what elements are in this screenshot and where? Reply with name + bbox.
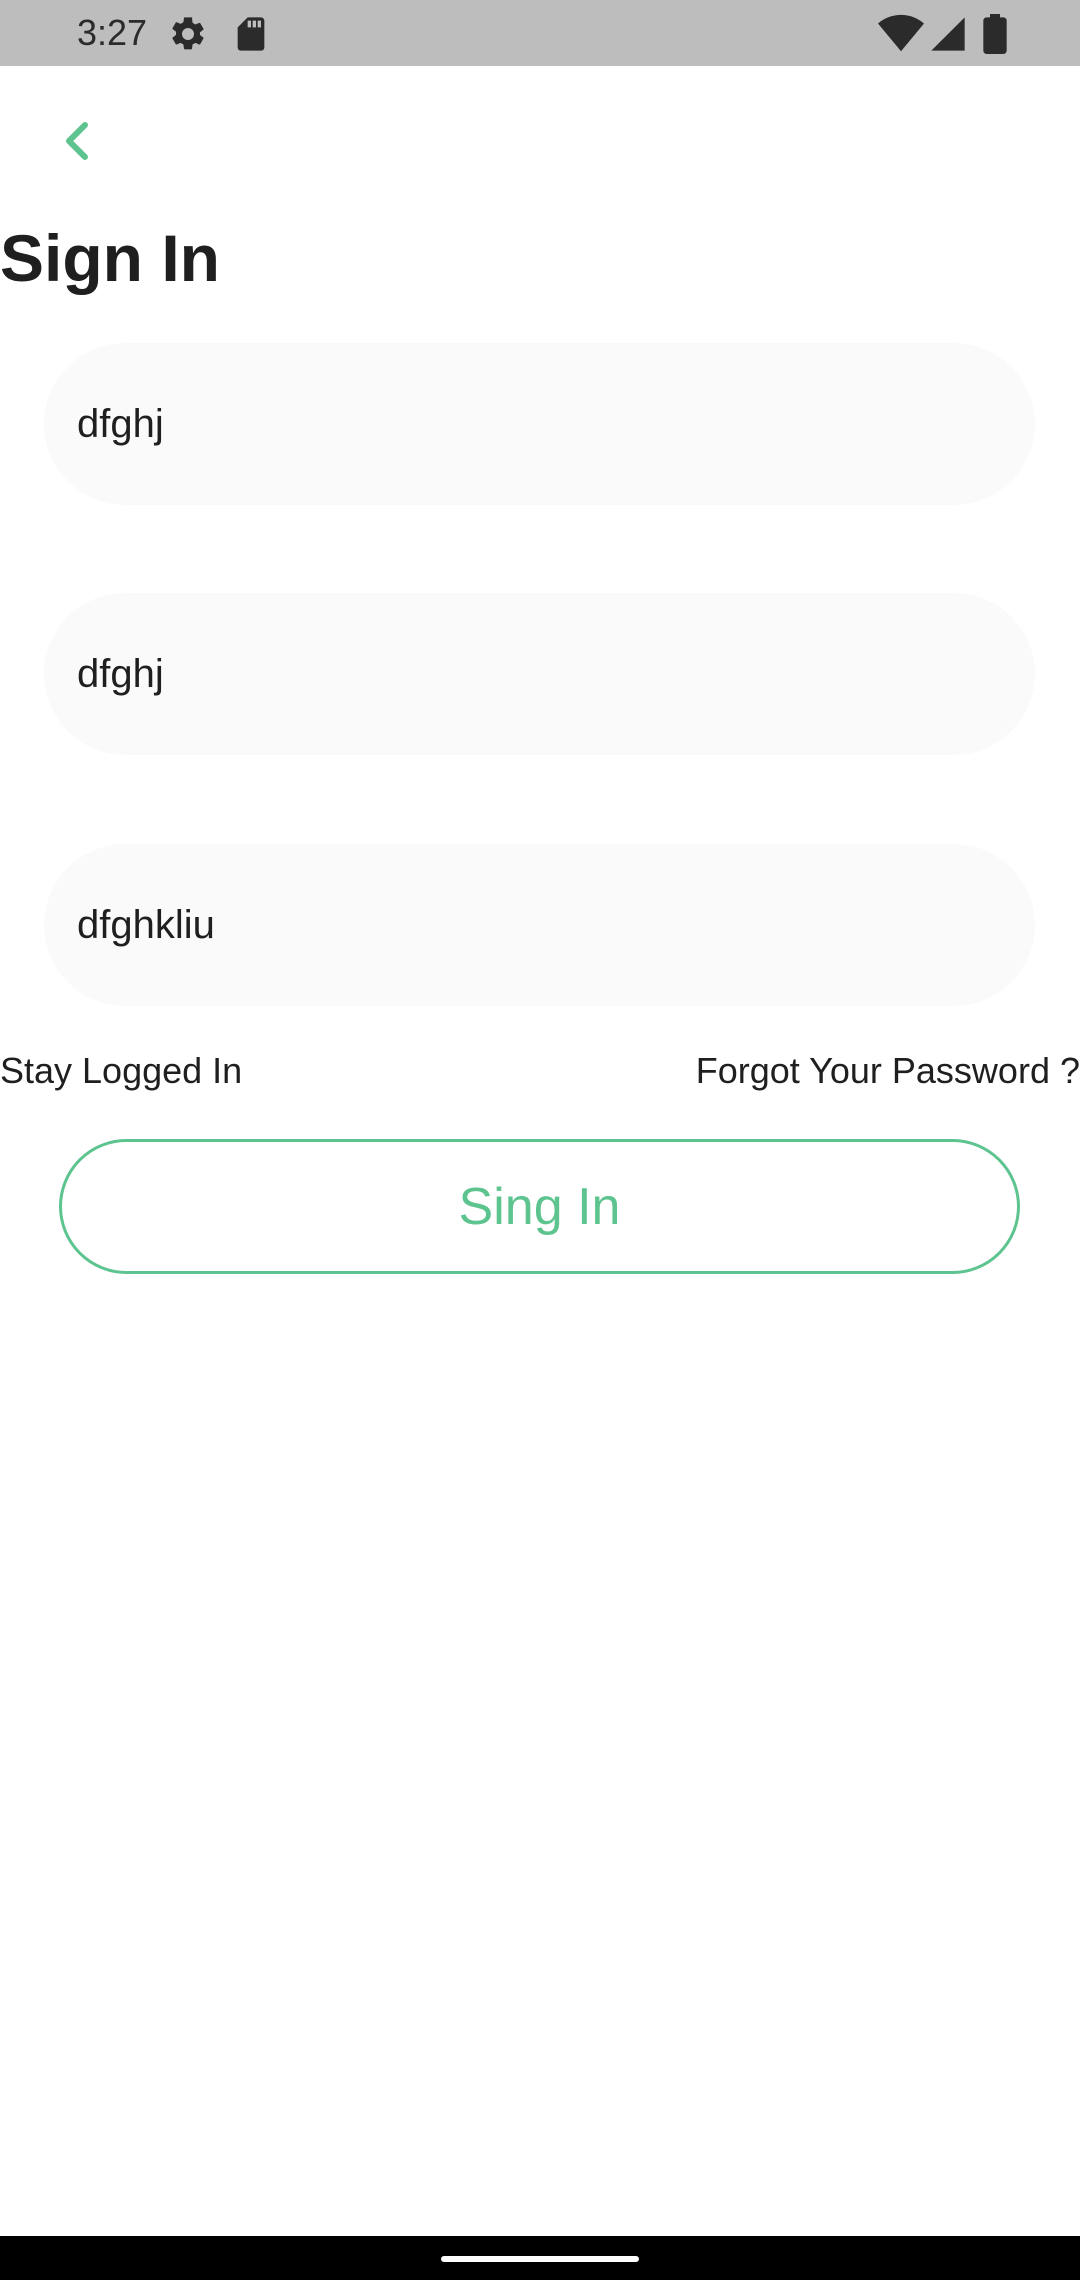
gear-icon bbox=[168, 14, 208, 54]
password-field[interactable]: dfghkliu bbox=[44, 844, 1035, 1006]
status-time: 3:27 bbox=[77, 12, 148, 53]
navigation-bar bbox=[0, 2236, 1080, 2280]
battery-icon bbox=[980, 14, 1010, 54]
status-bar: 3:27 bbox=[0, 0, 1080, 66]
sd-card-icon bbox=[231, 14, 271, 54]
sign-in-button-label: Sing In bbox=[458, 1177, 621, 1236]
username-value: dfghj bbox=[77, 401, 164, 446]
signal-icon bbox=[928, 14, 968, 54]
password-value: dfghkliu bbox=[77, 902, 215, 947]
page-title: Sign In bbox=[0, 221, 220, 295]
username-field[interactable]: dfghj bbox=[44, 343, 1035, 505]
back-button[interactable] bbox=[50, 114, 104, 168]
email-field[interactable]: dfghj bbox=[44, 593, 1035, 755]
forgot-password-link[interactable]: Forgot Your Password ? bbox=[696, 1048, 1080, 1094]
email-value: dfghj bbox=[77, 651, 164, 696]
sign-in-button[interactable]: Sing In bbox=[59, 1139, 1020, 1274]
wifi-icon bbox=[878, 14, 924, 54]
stay-logged-in-toggle[interactable]: Stay Logged In bbox=[0, 1048, 242, 1094]
home-indicator[interactable] bbox=[441, 2256, 639, 2262]
chevron-left-icon bbox=[63, 121, 91, 161]
